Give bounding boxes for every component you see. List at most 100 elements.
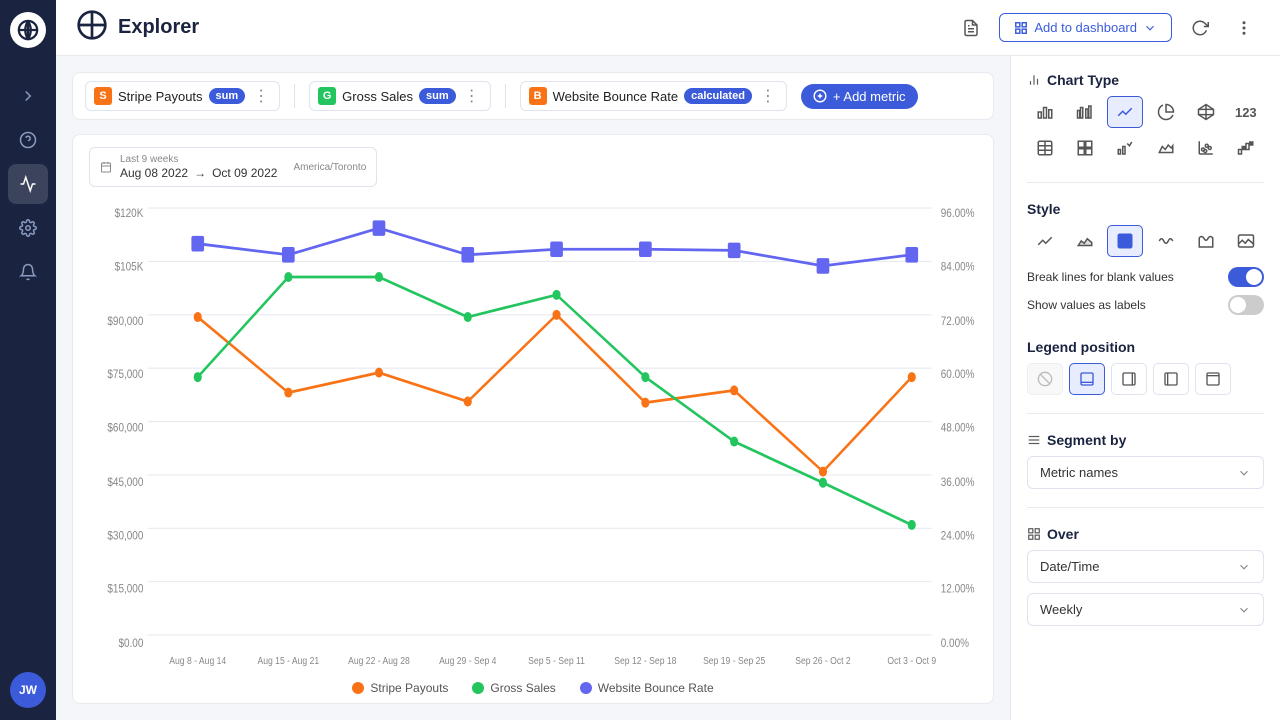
- svg-text:$45,000: $45,000: [107, 476, 143, 489]
- refresh-button[interactable]: [1184, 12, 1216, 44]
- segment-dropdown[interactable]: Metric names: [1027, 456, 1264, 489]
- break-lines-toggle[interactable]: [1228, 267, 1264, 287]
- svg-text:$0.00: $0.00: [118, 637, 143, 650]
- chart-type-area[interactable]: [1148, 132, 1184, 164]
- over-section: Over Date/Time Weekly: [1027, 526, 1264, 626]
- stripe-more-icon[interactable]: ⋮: [251, 86, 271, 106]
- chart-type-scatter[interactable]: [1188, 132, 1224, 164]
- stripe-payouts-label: Stripe Payouts: [118, 89, 203, 104]
- chart-wrapper: $120K $105K $90,000 $75,000 $60,000 $45,…: [89, 197, 977, 675]
- app-logo[interactable]: [10, 12, 46, 48]
- divider-style: [1027, 182, 1264, 183]
- legend-pos-left[interactable]: [1153, 363, 1189, 395]
- chart-type-combo[interactable]: [1107, 132, 1143, 164]
- show-values-knob: [1230, 297, 1246, 313]
- legend-bounce: Website Bounce Rate: [580, 681, 714, 695]
- frequency-dropdown[interactable]: Weekly: [1027, 593, 1264, 626]
- svg-text:$90,000: $90,000: [107, 315, 143, 328]
- stripe-badge: sum: [209, 88, 246, 104]
- style-grid: [1027, 225, 1264, 257]
- show-values-toggle[interactable]: [1228, 295, 1264, 315]
- segment-value: Metric names: [1040, 465, 1118, 480]
- metric-bounce-rate[interactable]: B Website Bounce Rate calculated ⋮: [520, 81, 787, 111]
- style-section: Style: [1027, 201, 1264, 323]
- legend-pos-grid: [1027, 363, 1264, 395]
- divider-segment: [1027, 413, 1264, 414]
- add-metric-label: + Add metric: [833, 89, 906, 104]
- divider-1: [294, 84, 295, 108]
- user-avatar[interactable]: JW: [10, 672, 46, 708]
- chart-type-icon: [1027, 73, 1041, 87]
- svg-text:Aug 8 - Aug 14: Aug 8 - Aug 14: [169, 655, 226, 667]
- date-start: Aug 08 2022: [120, 166, 188, 180]
- sidebar-item-navigate[interactable]: [8, 76, 48, 116]
- chart-type-waterfall[interactable]: [1228, 132, 1264, 164]
- frequency-value: Weekly: [1040, 602, 1082, 617]
- metric-gross-sales[interactable]: G Gross Sales sum ⋮: [309, 81, 490, 111]
- add-to-dashboard-button[interactable]: Add to dashboard: [999, 13, 1172, 42]
- gross-sales-icon: G: [318, 87, 336, 105]
- svg-text:Sep 26 - Oct 2: Sep 26 - Oct 2: [795, 655, 850, 667]
- style-wave[interactable]: [1148, 225, 1184, 257]
- stripe-icon: S: [94, 87, 112, 105]
- svg-text:0.00%: 0.00%: [941, 637, 969, 650]
- chart-type-number[interactable]: 123: [1228, 96, 1264, 128]
- chart-type-table[interactable]: [1027, 132, 1063, 164]
- bounce-badge: calculated: [684, 88, 752, 104]
- segment-icon: [1027, 433, 1041, 447]
- more-options-button[interactable]: [1228, 12, 1260, 44]
- legend-pos-title: Legend position: [1027, 339, 1264, 355]
- legend-pos-none[interactable]: [1027, 363, 1063, 395]
- bounce-rate-label: Website Bounce Rate: [553, 89, 679, 104]
- show-values-row: Show values as labels: [1027, 295, 1264, 315]
- segment-title: Segment by: [1027, 432, 1264, 448]
- sidebar-item-help[interactable]: [8, 120, 48, 160]
- timezone-label: America/Toronto: [293, 162, 366, 173]
- sidebar-item-settings[interactable]: [8, 208, 48, 248]
- date-range-dates: Aug 08 2022 → Oct 09 2022: [120, 166, 277, 180]
- break-lines-label: Break lines for blank values: [1027, 270, 1174, 284]
- chart-type-line[interactable]: [1107, 96, 1143, 128]
- style-area[interactable]: [1067, 225, 1103, 257]
- metric-stripe-payouts[interactable]: S Stripe Payouts sum ⋮: [85, 81, 280, 111]
- save-button[interactable]: [955, 12, 987, 44]
- page-title: Explorer: [118, 16, 199, 39]
- svg-text:$75,000: $75,000: [107, 368, 143, 381]
- svg-text:$105K: $105K: [115, 261, 144, 274]
- chart-type-pivot[interactable]: [1067, 132, 1103, 164]
- svg-text:60.00%: 60.00%: [941, 368, 975, 381]
- gross-more-icon[interactable]: ⋮: [462, 86, 482, 106]
- svg-text:$60,000: $60,000: [107, 422, 143, 435]
- break-lines-knob: [1246, 269, 1262, 285]
- style-image[interactable]: [1228, 225, 1264, 257]
- legend-bounce-dot: [580, 682, 592, 694]
- svg-text:96.00%: 96.00%: [941, 207, 975, 220]
- segment-section: Segment by Metric names: [1027, 432, 1264, 489]
- style-line[interactable]: [1027, 225, 1063, 257]
- chart-type-radar[interactable]: [1188, 96, 1224, 128]
- legend-pos-bottom[interactable]: [1069, 363, 1105, 395]
- over-dropdown[interactable]: Date/Time: [1027, 550, 1264, 583]
- chart-type-bar[interactable]: [1027, 96, 1063, 128]
- over-icon: [1027, 527, 1041, 541]
- chart-type-pie[interactable]: [1148, 96, 1184, 128]
- style-filled[interactable]: [1107, 225, 1143, 257]
- legend-pos-right[interactable]: [1111, 363, 1147, 395]
- sidebar-item-analytics[interactable]: [8, 164, 48, 204]
- date-range[interactable]: Last 9 weeks Aug 08 2022 → Oct 09 2022 A…: [89, 147, 377, 187]
- bounce-more-icon[interactable]: ⋮: [758, 86, 778, 106]
- over-chevron: [1237, 560, 1251, 574]
- chart-container: Last 9 weeks Aug 08 2022 → Oct 09 2022 A…: [72, 134, 994, 704]
- add-metric-button[interactable]: + Add metric: [801, 84, 918, 109]
- topbar-right: Add to dashboard: [955, 12, 1260, 44]
- style-bar[interactable]: [1188, 225, 1224, 257]
- legend-pos-top[interactable]: [1195, 363, 1231, 395]
- legend-gross-label: Gross Sales: [490, 681, 555, 695]
- sidebar-item-notifications[interactable]: [8, 252, 48, 292]
- chart-type-grouped-bar[interactable]: [1067, 96, 1103, 128]
- over-title: Over: [1027, 526, 1264, 542]
- over-value: Date/Time: [1040, 559, 1099, 574]
- sidebar-nav: [8, 64, 48, 664]
- legend-position-section: Legend position: [1027, 339, 1264, 395]
- svg-text:$15,000: $15,000: [107, 583, 143, 596]
